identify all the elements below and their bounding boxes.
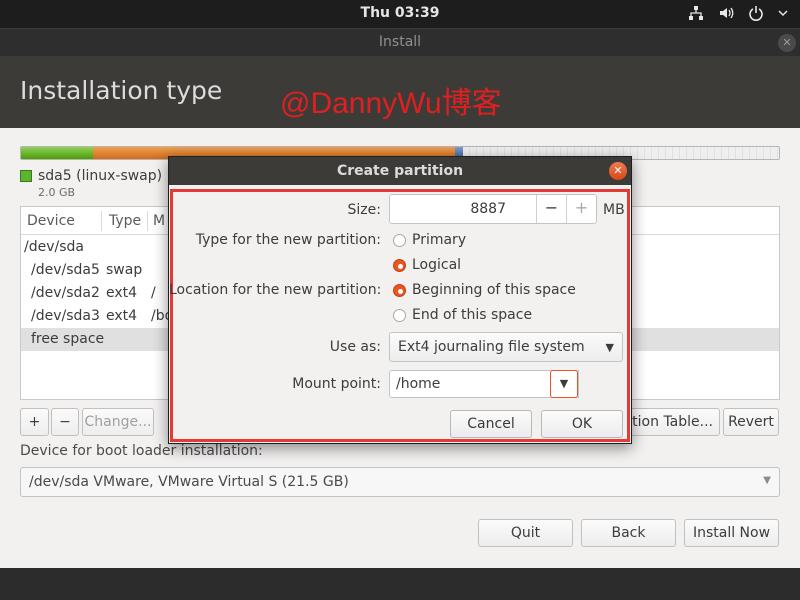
window-titlebar: Install ✕ — [0, 28, 800, 56]
legend-swatch — [20, 170, 32, 182]
legend-size: 2.0 GB — [38, 186, 76, 199]
close-icon[interactable]: ✕ — [609, 162, 627, 180]
row-device: /dev/sda5 — [31, 262, 100, 278]
row-device: free space — [31, 331, 105, 347]
dropdown-arrow-icon: ▼ — [605, 341, 614, 354]
radio-primary[interactable]: Primary — [393, 232, 466, 248]
column-type[interactable]: Type — [109, 213, 141, 229]
system-top-bar: Thu 03:39 — [0, 0, 800, 28]
size-label: Size: — [347, 202, 381, 218]
revert-button[interactable]: Revert — [723, 408, 779, 436]
page-title: Installation type — [20, 76, 223, 105]
radio-end[interactable]: End of this space — [393, 307, 532, 323]
remove-partition-button[interactable]: − — [51, 408, 79, 436]
location-label: Location for the new partition: — [169, 282, 382, 298]
bootloader-value: /dev/sda VMware, VMware Virtual S (21.5 … — [29, 474, 349, 490]
radio-logical[interactable]: Logical — [393, 257, 461, 273]
bootloader-select[interactable]: /dev/sda VMware, VMware Virtual S (21.5 … — [20, 467, 780, 497]
row-mount: / — [151, 285, 156, 301]
change-partition-button[interactable]: Change... — [82, 408, 154, 436]
row-device: /dev/sda — [24, 239, 84, 255]
size-input[interactable]: 8887 — [470, 201, 506, 217]
dialog-titlebar: Create partition ✕ — [169, 157, 631, 185]
use-as-value: Ext4 journaling file system — [398, 339, 585, 355]
row-device: /dev/sda2 — [31, 285, 100, 301]
decrement-button[interactable]: − — [536, 195, 566, 223]
window-title: Install — [378, 34, 422, 50]
ok-button[interactable]: OK — [541, 410, 623, 438]
partition-segment-swap — [21, 147, 93, 159]
column-divider — [101, 211, 102, 231]
row-device: /dev/sda3 — [31, 308, 100, 324]
size-stepper[interactable]: 8887 − + — [389, 194, 597, 224]
mount-point-value: /home — [396, 376, 441, 392]
size-unit: MB — [603, 202, 625, 218]
cancel-button[interactable]: Cancel — [450, 410, 532, 438]
row-type: ext4 — [106, 285, 138, 301]
volume-icon[interactable] — [718, 5, 734, 25]
create-partition-dialog: Create partition ✕ Size: 8887 − + MB Typ… — [168, 156, 632, 444]
mount-point-label: Mount point: — [292, 376, 381, 392]
back-button[interactable]: Back — [581, 519, 676, 547]
add-partition-button[interactable]: + — [20, 408, 49, 436]
row-type: ext4 — [106, 308, 138, 324]
column-mount[interactable]: M — [153, 213, 165, 229]
partition-type-label: Type for the new partition: — [195, 232, 381, 248]
quit-button[interactable]: Quit — [478, 519, 573, 547]
clock[interactable]: Thu 03:39 — [0, 5, 800, 21]
increment-button[interactable]: + — [566, 195, 596, 223]
column-divider — [147, 211, 148, 231]
bootloader-label: Device for boot loader installation: — [20, 443, 263, 459]
radio-label: Beginning of this space — [412, 282, 576, 298]
bottom-bar — [0, 568, 800, 600]
radio-label: Primary — [412, 232, 467, 248]
radio-label: Logical — [412, 257, 462, 273]
dropdown-arrow-icon[interactable]: ▼ — [550, 370, 578, 398]
install-now-button[interactable]: Install Now — [684, 519, 779, 547]
radio-selected-icon — [393, 283, 406, 297]
new-partition-table-button[interactable]: ition Table... — [622, 408, 720, 436]
page-header: Installation type @DannyWu博客 — [0, 56, 800, 128]
close-icon[interactable]: ✕ — [778, 34, 796, 52]
use-as-label: Use as: — [329, 339, 381, 355]
radio-label: End of this space — [412, 307, 533, 323]
radio-icon — [393, 308, 406, 322]
power-icon[interactable] — [748, 5, 764, 25]
row-type: swap — [106, 262, 143, 278]
system-tray[interactable] — [688, 5, 788, 25]
radio-icon — [393, 233, 406, 247]
use-as-select[interactable]: Ext4 journaling file system ▼ — [389, 332, 623, 362]
network-icon[interactable] — [688, 5, 704, 25]
legend-name: sda5 (linux-swap) — [38, 168, 163, 184]
column-device[interactable]: Device — [27, 213, 75, 229]
chevron-down-icon: ▼ — [763, 475, 771, 486]
radio-beginning[interactable]: Beginning of this space — [393, 282, 576, 298]
radio-selected-icon — [393, 258, 406, 272]
chevron-down-icon[interactable] — [778, 5, 788, 25]
dialog-title: Create partition — [336, 163, 464, 179]
watermark: @DannyWu博客 — [280, 87, 502, 120]
